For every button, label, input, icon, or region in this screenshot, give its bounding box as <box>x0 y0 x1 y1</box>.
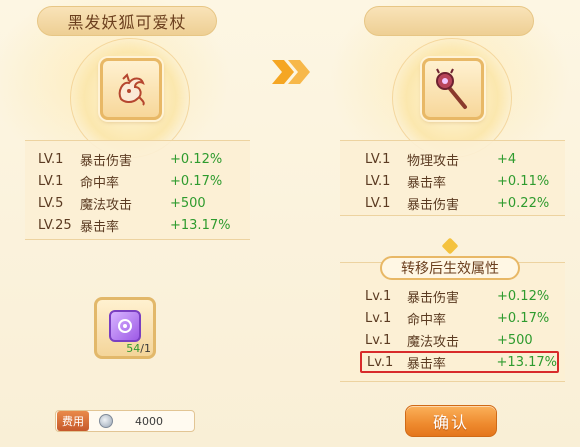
fox-charm-icon <box>118 73 145 106</box>
stat-value: +13.17% <box>496 354 557 370</box>
transfer-arrow-icon <box>272 60 310 84</box>
stat-row: LV.1 命中率 +0.17% <box>25 170 250 192</box>
source-item-title: 黑发妖狐可爱杖 <box>37 6 217 36</box>
stat-value: +500 <box>497 332 533 348</box>
stat-level: Lv.1 <box>365 288 392 304</box>
stat-value: +0.17% <box>497 310 550 326</box>
stat-value: +0.12% <box>497 288 550 304</box>
target-effect-stats: Lv.1 暴击伤害 +0.12% Lv.1 命中率 +0.17% Lv.1 魔法… <box>340 262 565 382</box>
stat-level: LV.1 <box>365 173 391 189</box>
stat-name: 暴击伤害 <box>407 197 460 213</box>
stat-level: LV.25 <box>38 217 72 233</box>
material-have: 54 <box>126 342 141 355</box>
stat-row: LV.1 暴击率 +0.11% <box>340 170 565 192</box>
stat-name: 暴击率 <box>406 356 446 372</box>
stat-level: LV.1 <box>365 195 391 211</box>
stat-value: +0.11% <box>497 173 550 189</box>
stat-name: 物理攻击 <box>407 153 460 169</box>
silver-coin-icon <box>99 414 113 428</box>
down-arrow-icon <box>441 237 459 255</box>
stat-value: +0.22% <box>497 195 550 211</box>
source-stats-list: LV.1 暴击伤害 +0.12% LV.1 命中率 +0.17% LV.5 魔法… <box>25 140 250 240</box>
stat-level: Lv.1 <box>365 310 392 326</box>
stat-name: 暴击率 <box>80 219 120 235</box>
purple-gem-icon <box>109 310 141 342</box>
stat-row: LV.1 物理攻击 +4 <box>340 148 565 170</box>
stat-row: Lv.1 魔法攻击 +500 <box>340 329 565 351</box>
stat-name: 命中率 <box>80 175 120 191</box>
cost-bar: 费用 4000 <box>55 410 195 432</box>
effect-after-transfer-title: 转移后生效属性 <box>380 256 520 280</box>
stat-value: +13.17% <box>170 217 231 233</box>
stat-row: LV.5 魔法攻击 +500 <box>25 192 250 214</box>
stat-level: LV.1 <box>365 151 391 167</box>
material-need: /1 <box>140 342 151 355</box>
source-item-panel: 黑发妖狐可爱杖 LV.1 暴击伤害 +0.12% LV.1 命中率 +0.17%… <box>25 0 250 447</box>
stat-row: LV.1 暴击伤害 +0.12% <box>25 148 250 170</box>
stat-level: LV.1 <box>38 173 64 189</box>
material-slot[interactable]: 54/1 <box>94 297 156 359</box>
gem-swirl-icon <box>118 319 132 333</box>
stat-name: 暴击率 <box>407 175 447 191</box>
stat-name: 暴击伤害 <box>80 153 133 169</box>
stat-level: LV.1 <box>38 151 64 167</box>
stat-value: +500 <box>170 195 206 211</box>
stat-name: 命中率 <box>407 312 447 328</box>
stat-row: LV.25 暴击率 +13.17% <box>25 214 250 236</box>
stat-row: Lv.1 命中率 +0.17% <box>340 307 565 329</box>
cost-value: 4000 <box>135 414 163 428</box>
stat-name: 魔法攻击 <box>80 197 133 213</box>
source-item-slot[interactable] <box>100 58 162 120</box>
stat-level: LV.5 <box>38 195 64 211</box>
stat-value: +4 <box>497 151 517 167</box>
target-current-stats: LV.1 物理攻击 +4 LV.1 暴击率 +0.11% LV.1 暴击伤害 +… <box>340 140 565 216</box>
material-count: 54/1 <box>126 342 151 355</box>
stat-value: +0.17% <box>170 173 223 189</box>
cost-label: 费用 <box>57 411 89 431</box>
stat-name: 暴击伤害 <box>407 290 460 306</box>
stat-row: LV.1 暴击伤害 +0.22% <box>340 192 565 214</box>
stat-name: 魔法攻击 <box>407 334 460 350</box>
magic-staff-icon <box>436 68 467 109</box>
stat-value: +0.12% <box>170 151 223 167</box>
stat-row: Lv.1 暴击伤害 +0.12% <box>340 285 565 307</box>
stat-level: Lv.1 <box>365 332 392 348</box>
highlighted-stat-row: Lv.1 暴击率 +13.17% <box>360 351 559 373</box>
target-item-title <box>364 6 534 36</box>
stat-level: Lv.1 <box>367 354 394 370</box>
target-item-panel: LV.1 物理攻击 +4 LV.1 暴击率 +0.11% LV.1 暴击伤害 +… <box>340 0 568 447</box>
confirm-button[interactable]: 确认 <box>405 405 497 437</box>
target-item-slot[interactable] <box>422 58 484 120</box>
